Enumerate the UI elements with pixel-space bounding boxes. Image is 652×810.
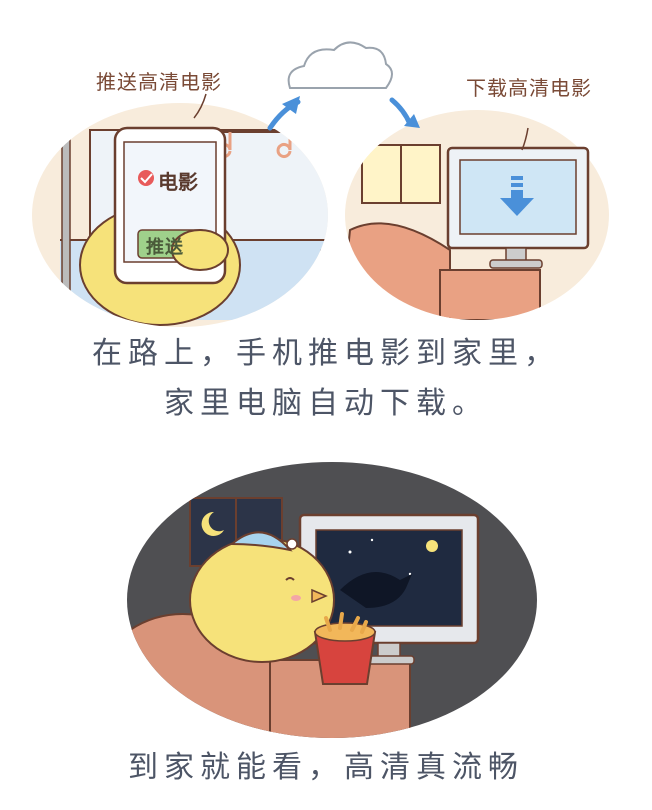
panel-computer-download	[345, 97, 609, 320]
check-icon	[138, 170, 154, 186]
cloud-icon	[287, 41, 393, 89]
caption-1-line-1: 在路上，手机推电影到家里，	[92, 336, 560, 371]
caption-2: 到家就能看，高清真流畅	[128, 750, 524, 785]
panel-night-watching	[127, 462, 537, 738]
push-movie-label: 推送高清电影	[96, 70, 222, 94]
panel-phone-push	[32, 96, 328, 327]
download-movie-label: 下载高清电影	[466, 76, 592, 100]
push-button: 推送	[146, 237, 184, 258]
phone-app-title: 电影	[158, 170, 198, 194]
caption-1-line-2: 家里电脑自动下载。	[164, 386, 488, 421]
download-arrow-icon	[389, 97, 413, 127]
